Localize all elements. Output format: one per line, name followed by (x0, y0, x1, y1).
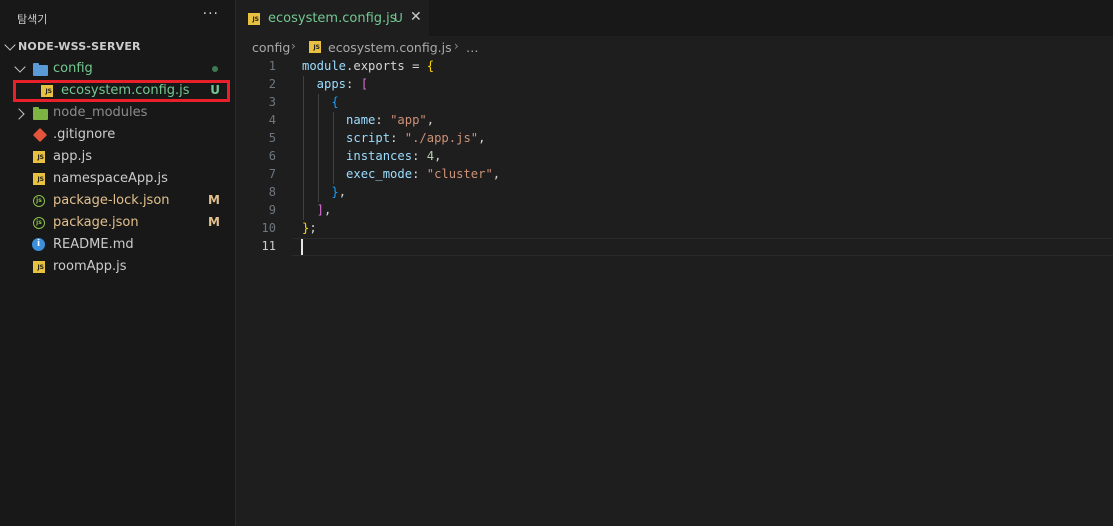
code-line-4: name: "app", (302, 113, 435, 127)
code-line-7: exec_mode: "cluster", (302, 167, 501, 181)
tree-item-readme-md[interactable]: i README.md (0, 234, 236, 256)
tree-item-node-modules[interactable]: node_modules (0, 102, 236, 124)
javascript-file-icon: JS (309, 41, 321, 53)
tree-item-label: roomApp.js (53, 259, 127, 274)
code-line-2: apps: [ (302, 77, 369, 91)
code-line-1: module.exports = { (302, 59, 435, 73)
editor-tab-bar: JS ecosystem.config.js U ✕ (236, 0, 1113, 36)
javascript-file-icon: JS (33, 173, 45, 185)
tree-item-namespaceapp-js[interactable]: JS namespaceApp.js (0, 168, 236, 190)
code-line-3: { (302, 95, 339, 109)
folder-config-icon (33, 63, 48, 76)
code-line-5: script: "./app.js", (302, 131, 486, 145)
chevron-right-icon: › (291, 39, 296, 53)
chevron-right-icon: › (454, 39, 459, 53)
git-status-badge: M (208, 215, 220, 229)
nodejs-file-icon: js (33, 195, 45, 207)
javascript-file-icon: JS (248, 13, 260, 25)
line-number: 4 (268, 113, 276, 127)
tree-item-label: config (53, 61, 93, 76)
line-number: 5 (268, 131, 276, 145)
breadcrumb-file[interactable]: ecosystem.config.js (328, 40, 452, 55)
current-line-highlight (292, 238, 1113, 256)
tree-item-label: node_modules (53, 105, 148, 120)
tree-item-roomapp-js[interactable]: JS roomApp.js (0, 256, 236, 278)
tree-item-config[interactable]: config (0, 58, 236, 80)
project-header[interactable]: NODE-WSS-SERVER (0, 36, 236, 58)
chevron-down-icon (4, 39, 16, 51)
breadcrumb-symbols[interactable]: … (466, 40, 479, 55)
breadcrumb: config › JS ecosystem.config.js › … (236, 36, 1113, 58)
tree-item-label: package-lock.json (53, 193, 170, 208)
line-number: 10 (261, 221, 276, 235)
code-line-9: ], (302, 203, 332, 217)
code-line-6: instances: 4, (302, 149, 442, 163)
line-number: 2 (268, 77, 276, 91)
explorer-sidebar: 탐색기 ··· NODE-WSS-SERVER config JS ecosys… (0, 0, 236, 526)
explorer-title: 탐색기 (17, 13, 48, 26)
line-number: 7 (268, 167, 276, 181)
close-icon[interactable]: ✕ (410, 9, 422, 25)
more-actions-icon[interactable]: ··· (203, 6, 219, 22)
highlight-annotation-box (13, 80, 230, 102)
line-number: 1 (268, 59, 276, 73)
line-number-active: 11 (261, 239, 276, 253)
tree-item-package-lock-json[interactable]: js package-lock.json M (0, 190, 236, 212)
tree-item-label: namespaceApp.js (53, 171, 168, 186)
code-line-10: }; (302, 221, 317, 235)
code-editor[interactable]: 1 2 3 4 5 6 7 8 9 10 11 module.exports =… (236, 58, 1113, 526)
tab-git-status: U (394, 11, 403, 25)
line-number: 6 (268, 149, 276, 163)
tab-label: ecosystem.config.js (268, 11, 397, 26)
folder-node-icon (33, 107, 48, 120)
tree-item-app-js[interactable]: JS app.js (0, 146, 236, 168)
line-number: 8 (268, 185, 276, 199)
tree-item-label: .gitignore (53, 127, 116, 142)
javascript-file-icon: JS (33, 151, 45, 163)
info-icon: i (32, 238, 45, 251)
line-number: 3 (268, 95, 276, 109)
javascript-file-icon: JS (33, 261, 45, 273)
git-change-dot (212, 66, 218, 72)
tab-ecosystem-config[interactable]: JS ecosystem.config.js U ✕ (236, 0, 429, 36)
project-name: NODE-WSS-SERVER (18, 40, 141, 53)
git-status-badge: M (208, 193, 220, 207)
tree-item-package-json[interactable]: js package.json M (0, 212, 236, 234)
tree-item-label: README.md (53, 237, 134, 252)
tree-item-gitignore[interactable]: .gitignore (0, 124, 236, 146)
chevron-down-icon (14, 61, 26, 73)
line-number: 9 (268, 203, 276, 217)
text-cursor (301, 239, 303, 255)
tree-item-label: app.js (53, 149, 92, 164)
nodejs-file-icon: js (33, 217, 45, 229)
git-icon (32, 127, 48, 143)
chevron-right-icon (13, 108, 25, 120)
explorer-header: 탐색기 ··· (0, 0, 235, 36)
code-line-8: }, (302, 185, 347, 199)
breadcrumb-folder[interactable]: config (252, 40, 290, 55)
tree-item-label: package.json (53, 215, 139, 230)
